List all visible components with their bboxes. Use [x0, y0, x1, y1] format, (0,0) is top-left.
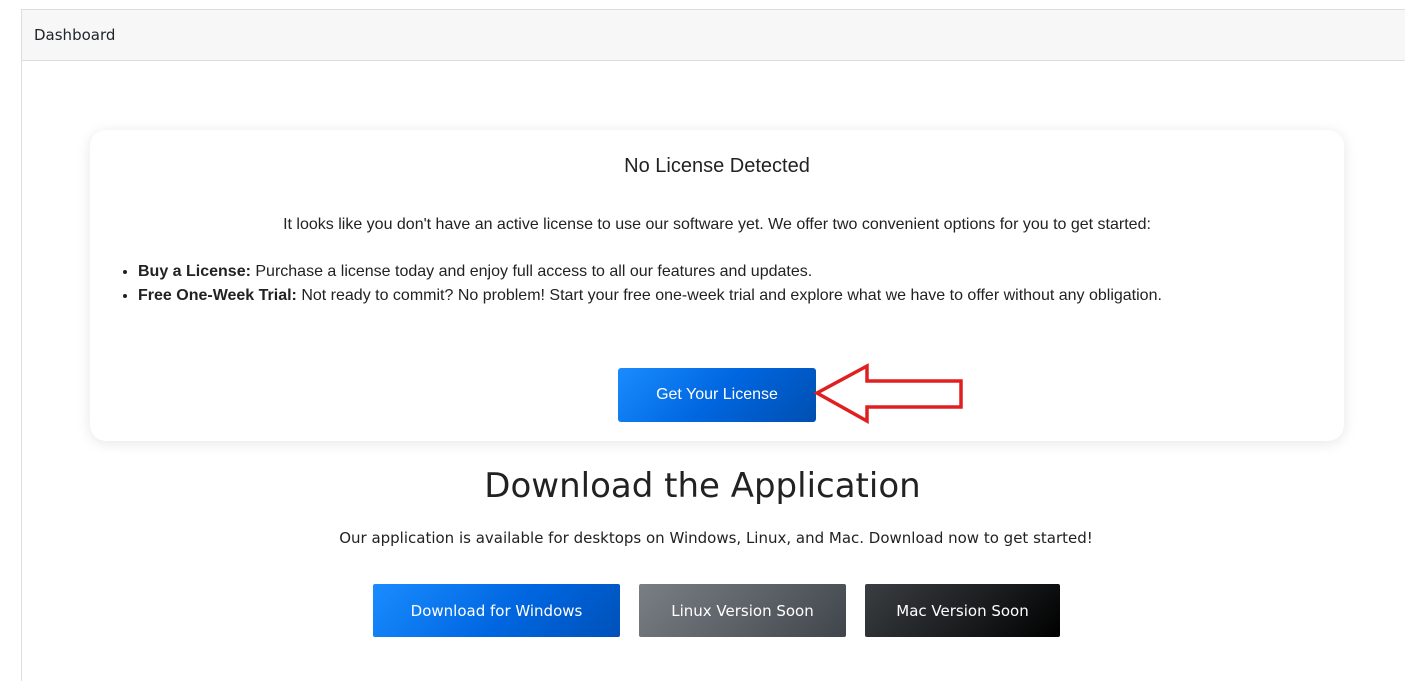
option-text: Purchase a license today and enjoy full …	[250, 263, 813, 280]
list-item: Free One-Week Trial: Not ready to commit…	[138, 284, 1318, 308]
red-arrow-annotation	[813, 363, 963, 424]
license-options-list: Buy a License: Purchase a license today …	[118, 260, 1318, 308]
mac-version-button[interactable]: Mac Version Soon	[865, 584, 1060, 637]
download-title: Download the Application	[484, 466, 921, 506]
linux-version-button[interactable]: Linux Version Soon	[639, 584, 846, 637]
license-intro: It looks like you don't have an active l…	[283, 216, 1151, 233]
download-description: Our application is available for desktop…	[339, 529, 1093, 547]
list-item: Buy a License: Purchase a license today …	[138, 260, 1318, 284]
license-card: No License Detected It looks like you do…	[90, 130, 1344, 441]
card-header: Dashboard	[22, 10, 1405, 61]
option-label: Buy a License:	[138, 263, 251, 280]
option-label: Free One-Week Trial:	[138, 287, 297, 304]
header-title: Dashboard	[34, 26, 116, 44]
license-title: No License Detected	[624, 155, 810, 177]
get-license-button[interactable]: Get Your License	[618, 368, 816, 422]
dashboard-card: Dashboard No License Detected It looks l…	[21, 9, 1405, 681]
download-windows-button[interactable]: Download for Windows	[373, 584, 620, 637]
option-text: Not ready to commit? No problem! Start y…	[296, 287, 1162, 304]
